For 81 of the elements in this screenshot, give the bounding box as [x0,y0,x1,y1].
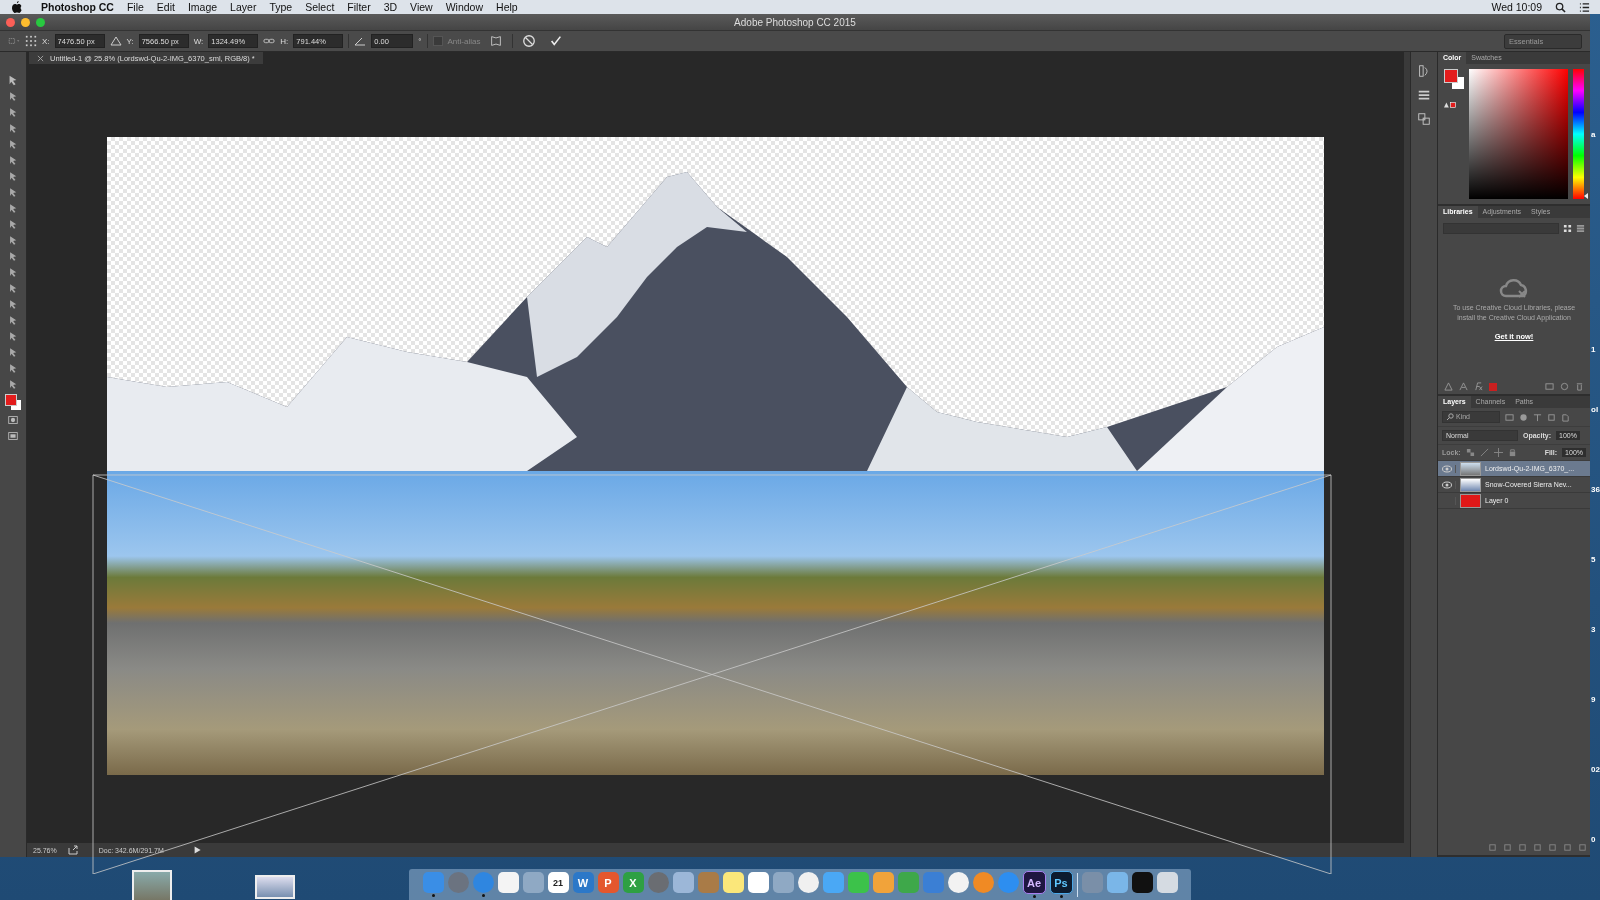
powerpoint-icon[interactable]: P [597,872,619,893]
photo-placeholder[interactable] [255,875,295,899]
layer-thumbnail [1460,461,1481,476]
image-filter-icon[interactable] [1505,412,1514,422]
hue-slider-thumb[interactable] [1584,193,1588,199]
menu-item[interactable]: Window [445,1,484,13]
zoom-button[interactable] [36,17,45,27]
cloud-icon [1499,276,1529,299]
close-icon[interactable] [37,54,44,62]
eye-icon[interactable] [1442,480,1456,489]
layer-style-icon[interactable] [1474,382,1483,391]
type-filter-icon[interactable] [1533,412,1542,422]
menu-item[interactable]: Type [269,1,293,13]
padlock-icon[interactable] [1507,448,1517,458]
desktop-file-label: 3 [1591,625,1596,634]
color-swatch-icon[interactable] [1489,382,1497,391]
word-icon[interactable]: W [572,872,594,893]
list-view-icon[interactable] [1576,224,1585,233]
history-icon[interactable] [1417,64,1431,78]
menu-item[interactable]: View [410,1,433,13]
clock: Wed 10:09 [1491,1,1542,13]
menu-icon[interactable] [1579,1,1590,13]
warp-icon[interactable] [489,34,504,48]
window-title: Adobe Photoshop CC 2015 [734,16,856,28]
color-swatches-icon[interactable] [5,394,21,410]
desktop-file-label: 9 [1591,695,1596,704]
menu-item[interactable]: 3D [383,1,398,13]
properties-icon[interactable] [1417,88,1431,102]
calendar-icon[interactable]: 21 [547,872,569,893]
move-icon[interactable] [1493,448,1503,458]
grid-view-icon[interactable] [1563,224,1572,233]
desktop-file-label: 0 [1591,835,1596,844]
field-label: W: [193,36,204,46]
transform-bounding-box[interactable] [92,474,1332,874]
field-label: H: [280,36,289,46]
angle-icon [354,35,367,47]
menu-item[interactable]: Edit [156,1,175,13]
screen-mode-icon[interactable] [7,430,19,442]
clone-source-icon[interactable] [1417,112,1431,126]
layer-thumbnail [1460,477,1481,492]
desktop-file-label: a [1591,130,1596,139]
brush-icon[interactable] [1479,448,1489,458]
share-icon[interactable] [66,844,79,856]
reference-point-icon[interactable] [25,35,37,47]
menu-item[interactable]: Image [187,1,218,13]
degree-unit: ° [418,36,422,46]
desktop-file-label: ol [1591,405,1599,414]
gamut-warning-icon [1444,99,1456,111]
desktop-file-label: 1 [1591,345,1596,354]
transform-tool-icon[interactable] [8,35,20,47]
desktop-file-label: 02 [1591,765,1600,774]
shape-icon[interactable] [1444,382,1453,391]
search-icon[interactable] [1555,1,1566,13]
menu-item[interactable]: Layer [230,1,257,13]
menu-item[interactable]: Help [496,1,518,13]
apple-icon[interactable] [12,1,22,13]
cancel-icon[interactable] [522,34,537,48]
photoshop-icon[interactable]: Ps [1049,871,1073,894]
close-button[interactable] [6,17,15,27]
search-icon [1446,413,1454,422]
color-swatches-icon[interactable] [1444,69,1464,89]
after-effects-icon[interactable]: Ae [1022,871,1046,894]
lock-pixels-icon[interactable] [1465,448,1475,458]
character-style-icon[interactable] [1459,382,1468,391]
photo-placeholder[interactable] [132,870,172,900]
move-tool-icon[interactable] [7,74,19,86]
desktop-file-label: 5 [1591,555,1596,564]
delta-icon[interactable] [109,35,122,47]
menu-item[interactable]: File [126,1,144,13]
desktop-file-label: 36 [1591,485,1600,494]
minimize-button[interactable] [21,17,30,27]
eye-icon[interactable] [1442,464,1456,473]
field-label: X: [42,36,50,46]
commit-check-icon[interactable] [549,34,564,48]
field-label: Y: [126,36,134,46]
app-menu[interactable]: Photoshop CC [41,1,114,13]
menu-item[interactable]: Select [305,1,335,13]
quick-mask-icon[interactable] [7,414,19,426]
menu-item[interactable]: Filter [347,1,371,13]
color-field[interactable] [1469,69,1568,199]
layer-thumbnail [1460,493,1481,508]
